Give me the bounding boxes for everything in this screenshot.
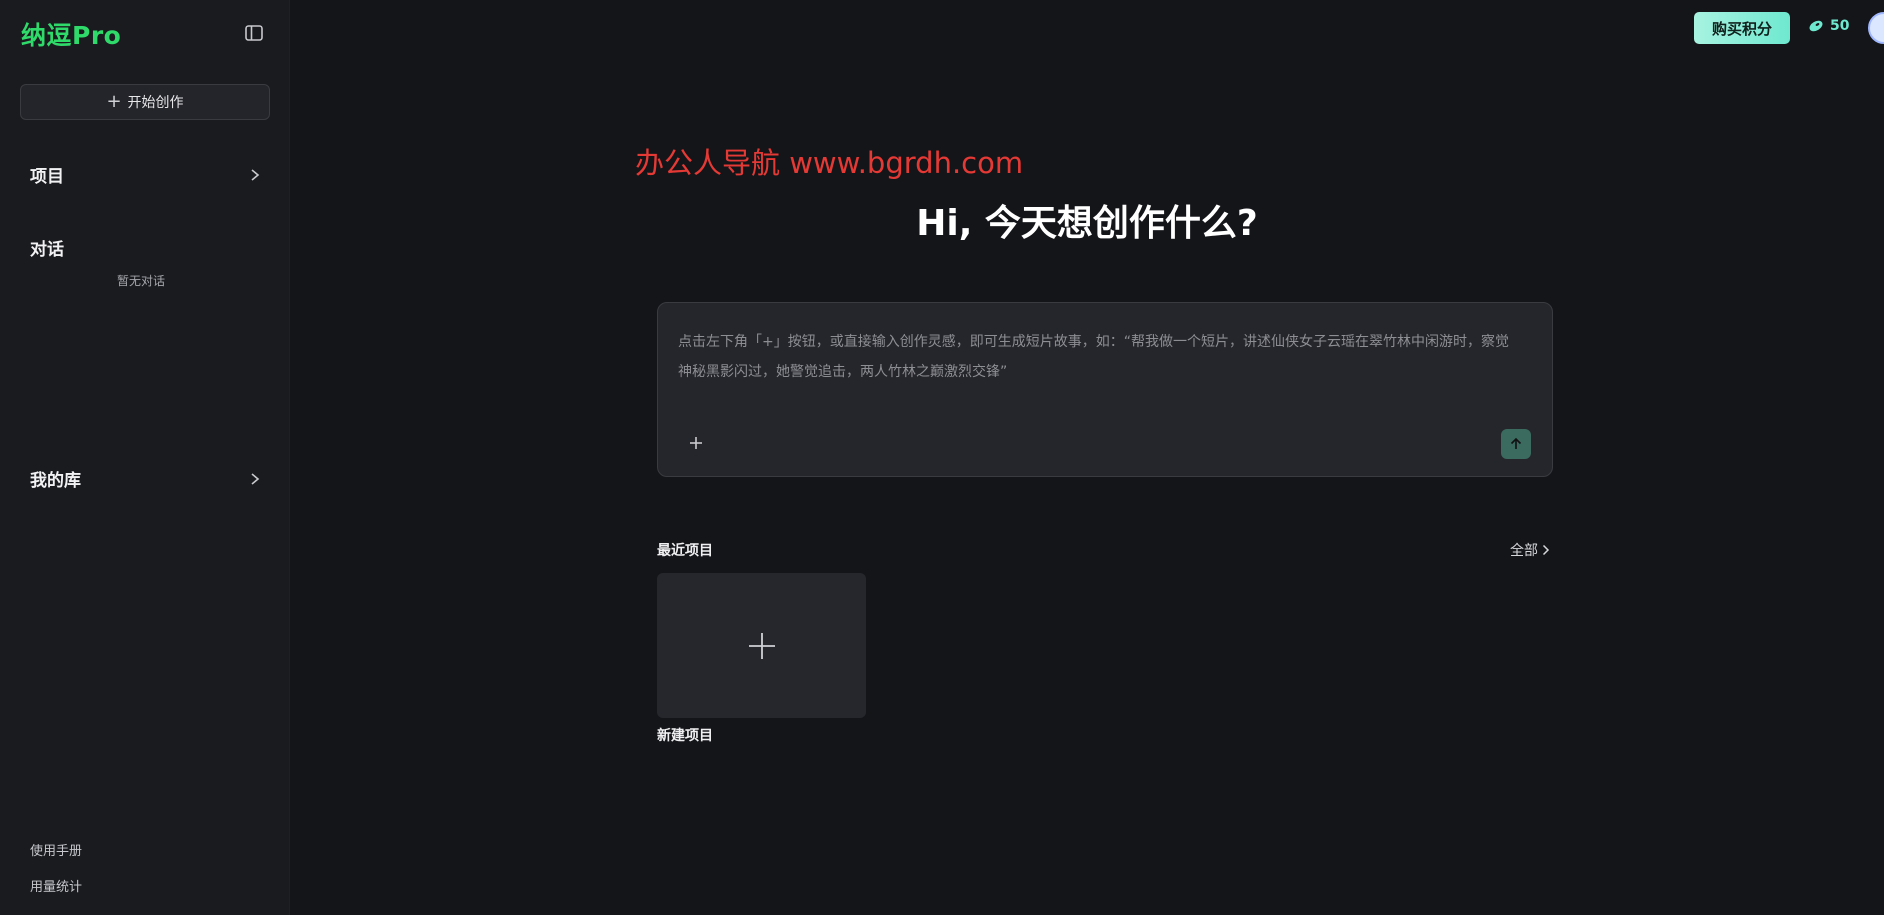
new-project-label: 新建项目 [657, 728, 713, 744]
sidebar-item-label: 对话 [30, 240, 64, 260]
chevron-right-icon [251, 472, 260, 485]
plus-icon [690, 437, 702, 449]
usage-stats-link[interactable]: 用量统计 [30, 876, 82, 895]
plus-icon: + [106, 91, 122, 112]
sidebar-toggle-button[interactable] [240, 20, 268, 46]
prompt-placeholder[interactable]: 点击左下角「+」按钮，或直接输入创作灵感，即可生成短片故事，如：“帮我做一个短片… [678, 327, 1516, 387]
points-balance[interactable]: 50 [1808, 18, 1849, 34]
sidebar-item-library[interactable]: 我的库 [30, 466, 262, 491]
view-all-link[interactable]: 全部 [1510, 540, 1552, 560]
sidebar-section-conversations: 对话 [30, 235, 262, 260]
watermark-text: 办公人导航 www.bgrdh.com [635, 146, 1024, 180]
avatar[interactable] [1868, 12, 1884, 44]
new-project-card[interactable] [657, 573, 866, 718]
empty-conversations-text: 暂无对话 [116, 274, 165, 288]
add-attachment-button[interactable] [686, 433, 706, 453]
buy-points-button[interactable]: 购买积分 [1694, 12, 1790, 44]
sidebar-toggle-icon [245, 25, 263, 41]
view-all-label: 全部 [1510, 543, 1538, 559]
page-title: Hi, 今天想创作什么? [916, 203, 1258, 244]
recent-projects-heading: 最近项目 [657, 543, 713, 559]
sidebar: 纳逗Pro + 开始创作 项目 对话 暂无对话 我的库 使用手册 用量统计 [0, 0, 290, 915]
chevron-right-icon [251, 168, 260, 181]
prompt-input-box[interactable]: 点击左下角「+」按钮，或直接输入创作灵感，即可生成短片故事，如：“帮我做一个短片… [657, 302, 1553, 477]
arrow-up-icon [1510, 437, 1522, 449]
brand-logo[interactable]: 纳逗Pro [21, 16, 121, 52]
sidebar-item-projects[interactable]: 项目 [30, 162, 262, 187]
user-manual-link[interactable]: 使用手册 [30, 840, 82, 859]
start-create-label: 开始创作 [127, 95, 184, 111]
bean-icon [1809, 20, 1823, 32]
start-create-button[interactable]: + 开始创作 [20, 84, 270, 120]
plus-icon [748, 632, 775, 659]
send-button[interactable] [1501, 429, 1531, 459]
sidebar-item-label: 项目 [30, 167, 64, 187]
chevron-right-icon [1542, 544, 1550, 556]
sidebar-item-label: 我的库 [30, 471, 81, 491]
points-value: 50 [1830, 18, 1850, 34]
